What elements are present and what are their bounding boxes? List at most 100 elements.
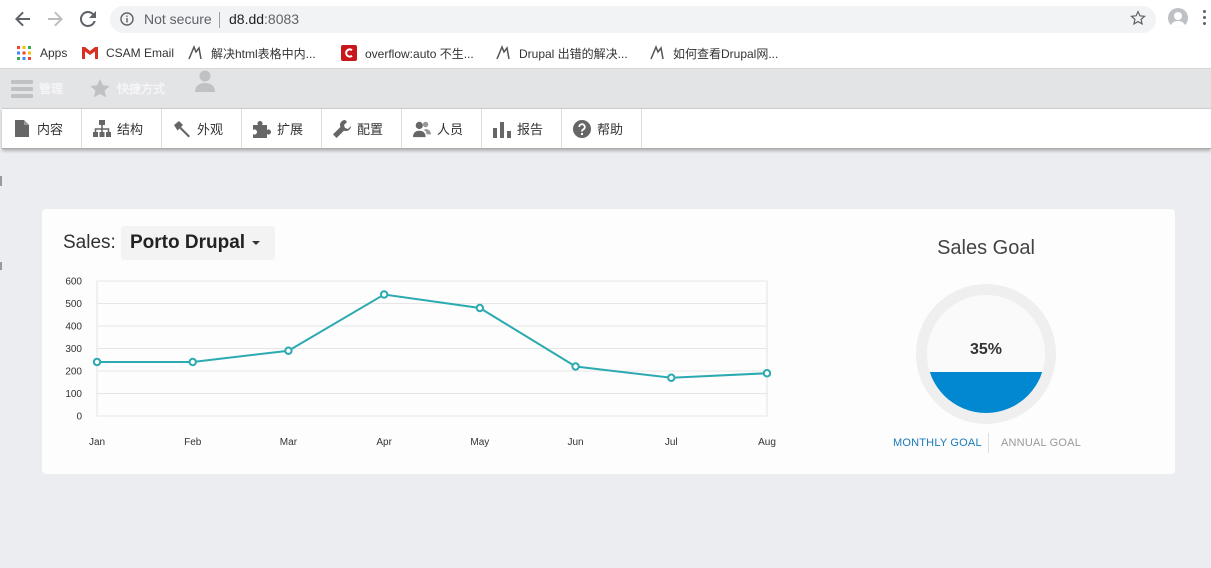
tray-item-label: 内容 — [37, 122, 64, 137]
forward-arrow-icon — [48, 11, 63, 27]
admin-toolbar: 管理 快捷方式 — [0, 69, 1211, 108]
menu-icon — [11, 79, 33, 98]
data-point[interactable] — [571, 362, 580, 371]
address-separator — [219, 12, 220, 28]
x-tick-label: Jul — [665, 437, 678, 448]
tray-item-help[interactable]: 帮助 — [562, 109, 642, 148]
sales-line-chart: 600 500 400 300 200 100 0 Jan Feb Mar Apr May Jun Jul… — [65, 277, 776, 449]
tray-item-label: 外观 — [197, 122, 224, 137]
tray-item-label: 报告 — [517, 122, 544, 137]
bar-chart-icon — [493, 120, 511, 138]
bookmarks-bar: Apps CSAM Email 解决html表格中内... overflow:a… — [0, 38, 1211, 69]
bookmark-overflow-auto[interactable]: overflow:auto 不生... — [341, 44, 474, 62]
tray-item-extend[interactable]: 扩展 — [242, 109, 322, 148]
x-tick-label: Jun — [568, 437, 584, 448]
reload-icon — [80, 11, 96, 27]
x-tick-label: Feb — [184, 437, 202, 448]
window-edge-mark — [0, 176, 2, 186]
back-button[interactable] — [13, 9, 33, 29]
url-text: d8.dd:8083 — [229, 11, 299, 27]
bookmark-label: CSAM Email — [106, 46, 175, 60]
y-tick-label: 500 — [65, 299, 82, 310]
tray-item-people[interactable]: 人员 — [402, 109, 482, 148]
admin-tray: 内容 结构 外观 扩展 配置 人员 报告 帮助 — [2, 108, 1211, 149]
y-tick-label: 300 — [65, 344, 82, 355]
bookmark-label: Apps — [40, 46, 68, 60]
gmail-icon — [82, 45, 98, 61]
gauge-fill — [927, 371, 1045, 413]
page-icon — [649, 45, 665, 61]
y-tick-label: 200 — [65, 367, 82, 378]
data-point[interactable] — [379, 290, 389, 299]
profile-avatar-icon[interactable] — [1168, 8, 1188, 28]
page-icon — [495, 45, 511, 61]
paintbrush-icon — [173, 120, 191, 138]
toolbar-manage[interactable]: 管理 — [11, 69, 63, 108]
x-tick-label: Apr — [376, 437, 392, 448]
bookmark-label: Drupal 出错的解决... — [519, 46, 628, 61]
toolbar-shortcuts[interactable]: 快捷方式 — [90, 69, 165, 108]
chart-points — [92, 290, 772, 382]
people-icon — [413, 120, 431, 138]
tray-item-configuration[interactable]: 配置 — [322, 109, 402, 148]
tray-item-reports[interactable]: 报告 — [482, 109, 562, 148]
star-icon — [90, 79, 110, 98]
toolbar-user[interactable] — [195, 61, 215, 100]
tab-annual-goal[interactable]: ANNUAL GOAL — [1001, 437, 1081, 449]
data-point[interactable] — [188, 357, 197, 367]
tray-item-label: 帮助 — [597, 122, 624, 137]
tray-item-label: 扩展 — [277, 122, 304, 137]
file-icon — [13, 120, 31, 138]
data-point[interactable] — [92, 357, 102, 367]
window-edge-mark — [0, 262, 2, 270]
help-icon — [573, 119, 591, 138]
bookmark-drupal-view[interactable]: 如何查看Drupal网... — [649, 44, 778, 62]
goal-tabs: MONTHLY GOAL ANNUAL GOAL — [890, 431, 1085, 455]
data-point[interactable] — [667, 373, 676, 382]
wrench-icon — [333, 119, 351, 138]
address-bar[interactable]: Not secure d8.dd:8083 — [110, 6, 1156, 33]
bookmark-html-table[interactable]: 解决html表格中内... — [187, 44, 316, 62]
info-icon[interactable] — [120, 12, 134, 31]
security-status: Not secure — [144, 11, 212, 27]
x-tick-label: Aug — [758, 437, 776, 448]
browser-menu-icon[interactable] — [1203, 10, 1207, 28]
y-tick-label: 100 — [65, 389, 82, 400]
forward-button[interactable] — [45, 9, 65, 29]
x-tick-label: Jan — [89, 437, 105, 448]
x-tick-label: May — [470, 437, 489, 448]
bookmark-star-icon[interactable] — [1130, 10, 1146, 31]
sales-goal-gauge: 35% — [916, 284, 1056, 424]
gauge-value: 35% — [969, 341, 1003, 358]
csdn-icon — [341, 45, 357, 61]
sales-goal-title: Sales Goal — [937, 237, 1035, 259]
data-point[interactable] — [762, 369, 772, 378]
tray-item-label: 人员 — [437, 122, 464, 137]
toolbar-manage-label: 管理 — [39, 82, 64, 96]
data-point[interactable] — [284, 346, 293, 355]
bookmark-label: 解决html表格中内... — [211, 46, 316, 61]
bookmark-drupal-error[interactable]: Drupal 出错的解决... — [495, 44, 628, 62]
sales-panel: Sales: Porto Drupal 600 500 400 300 200 100 0 J… — [42, 209, 1175, 474]
bookmark-csam-email[interactable]: CSAM Email — [82, 44, 174, 62]
reload-button[interactable] — [78, 9, 98, 29]
tray-item-structure[interactable]: 结构 — [82, 109, 162, 148]
tray-item-appearance[interactable]: 外观 — [162, 109, 242, 148]
data-point[interactable] — [475, 303, 485, 313]
apps-grid-icon — [16, 45, 32, 61]
browser-toolbar: Not secure d8.dd:8083 — [0, 0, 1211, 38]
bookmark-label: 如何查看Drupal网... — [673, 46, 779, 61]
user-icon — [195, 70, 215, 92]
toolbar-shortcuts-label: 快捷方式 — [117, 82, 166, 96]
goal-tab-divider — [988, 433, 989, 453]
x-tick-label: Mar — [280, 437, 298, 448]
url-host: d8.dd — [229, 11, 265, 27]
y-tick-label: 400 — [65, 322, 82, 333]
tab-monthly-goal[interactable]: MONTHLY GOAL — [893, 437, 982, 449]
y-tick-label: 0 — [76, 412, 82, 423]
page-icon — [187, 45, 203, 61]
tray-item-label: 配置 — [357, 122, 384, 137]
tray-item-content[interactable]: 内容 — [2, 109, 82, 148]
bookmark-apps[interactable]: Apps — [16, 44, 67, 62]
url-port: :8083 — [264, 11, 300, 27]
